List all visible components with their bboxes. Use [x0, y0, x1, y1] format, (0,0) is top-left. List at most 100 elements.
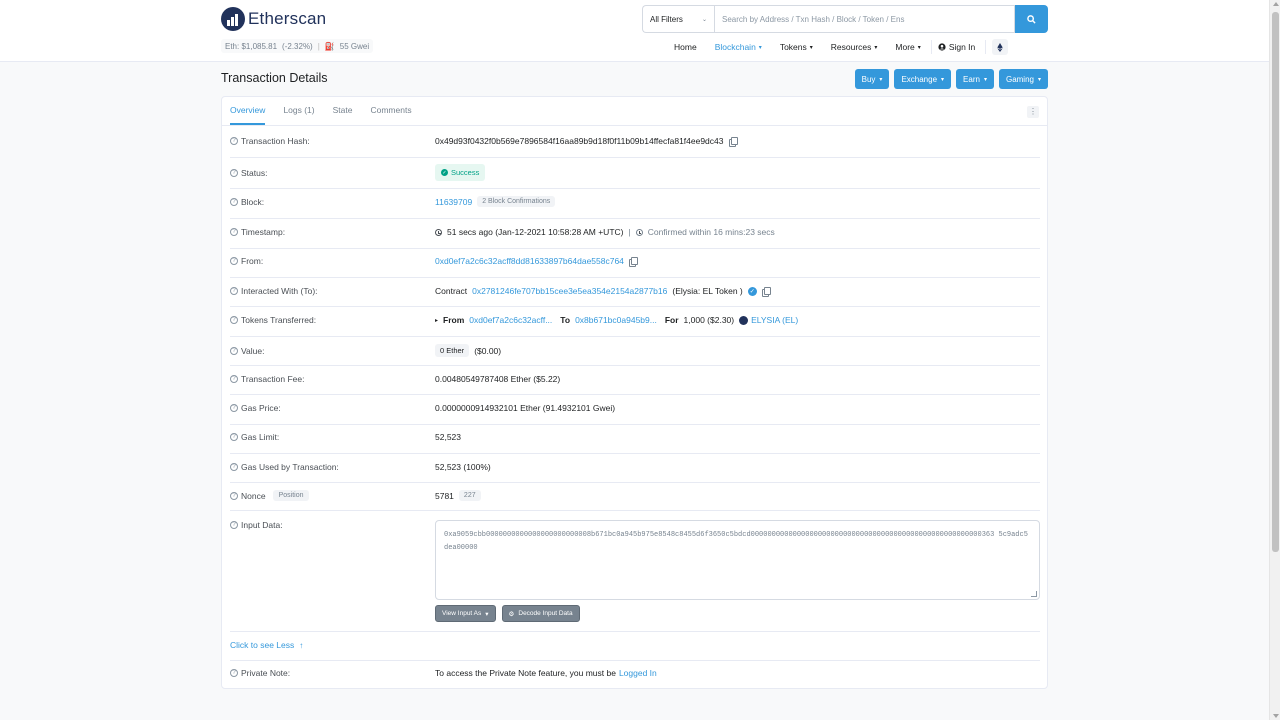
help-icon[interactable]: ?	[230, 375, 238, 383]
help-icon[interactable]: ?	[230, 346, 238, 355]
more-options-button[interactable]: ⋮	[1027, 106, 1039, 118]
row-nonce: ? Nonce Position 5781 227	[230, 490, 1040, 501]
divider	[230, 631, 1040, 632]
help-icon[interactable]: ?	[230, 287, 238, 295]
logged-in-link[interactable]: Logged In	[619, 668, 657, 678]
arrow-up-icon: ↑	[299, 640, 304, 650]
position-tag: Position	[272, 490, 310, 501]
sign-in-link[interactable]: Sign In	[938, 42, 975, 52]
view-input-as-button[interactable]: View Input As ▾	[435, 605, 496, 622]
status-badge: ✓ Success	[435, 164, 486, 181]
gas-price-value: 0.0000000914932101 Ether (91.4932101 Gwe…	[435, 403, 616, 413]
filter-select-value: All Filters	[650, 14, 683, 24]
exchange-button[interactable]: Exchange ▾	[894, 69, 952, 89]
scrollbar-thumb[interactable]	[1272, 12, 1279, 552]
tab-state[interactable]: State	[333, 97, 353, 125]
tab-bar: Overview Logs (1) State Comments ⋮	[222, 97, 1047, 126]
earn-button[interactable]: Earn ▾	[956, 69, 994, 89]
token-name-link[interactable]: ELYSIA (EL)	[751, 315, 798, 325]
copy-icon[interactable]	[761, 286, 771, 297]
help-icon[interactable]: ?	[230, 521, 238, 529]
copy-icon[interactable]	[728, 136, 738, 147]
search-input[interactable]	[714, 5, 1015, 33]
divider	[230, 394, 1040, 395]
divider	[230, 248, 1040, 249]
chevron-down-icon: ▾	[758, 44, 762, 51]
row-block: ? Block: 11639709 2 Block Confirmations	[230, 196, 1040, 207]
gas-price-header: 55 Gwei	[339, 41, 370, 51]
tab-comments[interactable]: Comments	[370, 97, 411, 125]
gas-used-value: 52,523 (100%)	[435, 462, 491, 472]
help-icon[interactable]: ?	[230, 168, 238, 177]
help-icon[interactable]: ?	[230, 257, 238, 265]
transaction-fee-value: 0.00480549787408 Ether ($5.22)	[435, 374, 561, 384]
network-switch-button[interactable]	[992, 39, 1009, 55]
row-gas-used: ? Gas Used by Transaction: 52,523 (100%)	[230, 462, 1040, 472]
check-circle-icon: ✓	[441, 169, 448, 176]
etherscan-logo-icon	[221, 7, 245, 31]
buy-button[interactable]: Buy ▾	[854, 69, 890, 89]
help-icon[interactable]: ?	[230, 491, 238, 500]
gaming-button[interactable]: Gaming ▾	[998, 69, 1048, 89]
chevron-down-icon: ▾	[809, 44, 813, 51]
gas-limit-value: 52,523	[435, 432, 461, 442]
help-icon[interactable]: ?	[230, 197, 238, 206]
help-icon[interactable]: ?	[230, 433, 238, 441]
help-icon[interactable]: ?	[230, 137, 238, 145]
tab-overview[interactable]: Overview	[230, 97, 266, 125]
divider	[230, 188, 1040, 189]
eth-price: Eth: $1,085.81	[225, 41, 278, 51]
nav-home[interactable]: Home	[674, 42, 697, 52]
divider	[230, 306, 1040, 307]
site-header: Etherscan Eth: $1,085.81 (-2.32%) | ⛽ 55…	[0, 0, 1269, 62]
page-scrollbar[interactable]	[1269, 0, 1280, 720]
value-usd: ($0.00)	[474, 345, 502, 356]
main-nav: Home Blockchain ▾ Tokens ▾ Resources ▾ More…	[674, 39, 1009, 55]
input-data-actions: View Input As ▾ ⚙ Decode Input Data	[435, 605, 580, 622]
contract-address-link[interactable]: 0x2781246fe707bb15cee3e5ea354e2154a2877b…	[472, 286, 667, 296]
search-button[interactable]	[1015, 5, 1048, 33]
from-address-link[interactable]: 0xd0ef7a2c6c32acff8dd81633897b64dae558c7…	[435, 256, 624, 266]
eth-price-info: Eth: $1,085.81 (-2.32%) | ⛽ 55 Gwei	[221, 39, 374, 53]
help-icon[interactable]: ?	[230, 463, 238, 471]
clock-icon	[435, 228, 442, 236]
chevron-down-icon: ▾	[917, 44, 921, 51]
token-to-link[interactable]: 0x8b671bc0a945b9...	[575, 315, 657, 325]
row-transaction-fee: ? Transaction Fee: 0.00480549787408 Ether…	[230, 374, 1040, 384]
decode-input-button[interactable]: ⚙ Decode Input Data	[501, 605, 580, 622]
confirmed-within: Confirmed within 16 mins:23 secs	[647, 227, 775, 237]
input-data-textarea[interactable]: 0xa9059cbb0000000000000000000000008b671b…	[435, 520, 1040, 600]
gas-pump-icon: ⛽	[324, 41, 335, 51]
chevron-down-icon: ▾	[879, 76, 883, 83]
token-amount: 1,000 ($2.30)	[683, 315, 735, 325]
divider	[230, 424, 1040, 425]
user-icon	[938, 43, 946, 51]
click-to-see-less-link[interactable]: Click to see Less ↑	[230, 640, 303, 650]
tab-logs[interactable]: Logs (1)	[283, 97, 314, 125]
transaction-card: Overview Logs (1) State Comments ⋮ ? Tran…	[221, 96, 1048, 689]
nav-tokens[interactable]: Tokens ▾	[780, 42, 813, 52]
divider	[230, 510, 1040, 511]
nav-divider	[930, 40, 932, 54]
help-icon[interactable]: ?	[230, 316, 238, 324]
help-icon[interactable]: ?	[230, 669, 238, 677]
block-number-link[interactable]: 11639709	[435, 197, 472, 207]
token-from-link[interactable]: 0xd0ef7a2c6c32acff...	[469, 315, 552, 325]
resize-handle[interactable]	[1031, 591, 1037, 597]
search-bar: All Filters ⌄	[642, 5, 1048, 33]
help-icon[interactable]: ?	[230, 228, 238, 236]
value-ether-badge: 0 Ether	[435, 344, 470, 357]
nav-more[interactable]: More ▾	[895, 42, 920, 52]
divider	[230, 277, 1040, 278]
help-icon[interactable]: ?	[230, 404, 238, 412]
token-icon	[739, 315, 749, 325]
nav-resources[interactable]: Resources ▾	[831, 42, 878, 52]
scroll-up-icon[interactable]	[1273, 2, 1279, 6]
clock-icon	[635, 228, 643, 236]
copy-icon[interactable]	[628, 256, 638, 267]
page-title: Transaction Details	[221, 71, 328, 85]
filter-select[interactable]: All Filters ⌄	[642, 5, 714, 33]
etherscan-logo[interactable]: Etherscan	[221, 7, 326, 31]
scroll-down-icon[interactable]	[1273, 714, 1279, 718]
nav-blockchain[interactable]: Blockchain ▾	[715, 42, 762, 52]
